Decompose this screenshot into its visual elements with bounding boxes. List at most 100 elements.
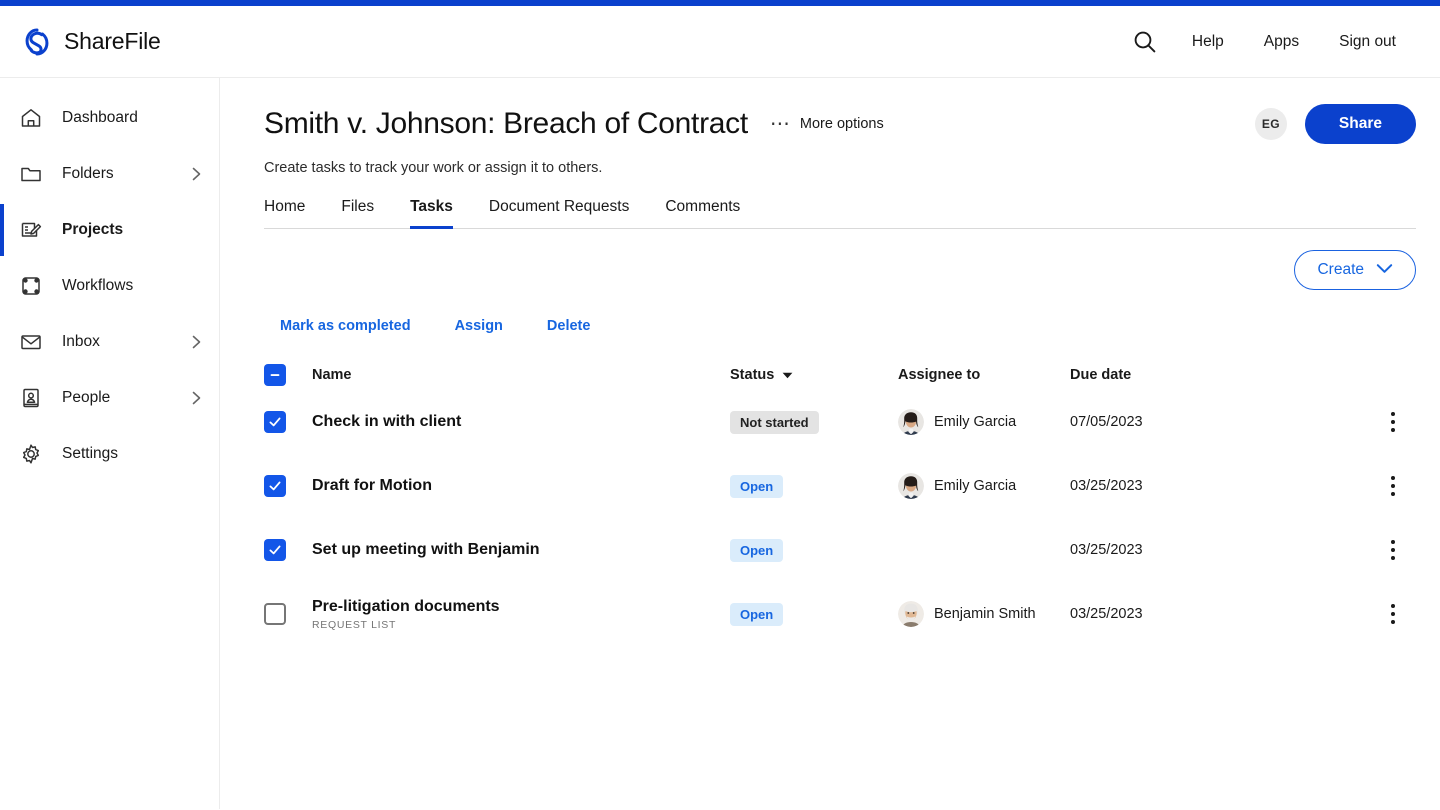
row-status-cell: Open: [730, 538, 898, 562]
delete-action[interactable]: Delete: [525, 318, 613, 334]
column-header-due-date[interactable]: Due date: [1070, 367, 1370, 383]
row-menu-cell: [1370, 406, 1416, 438]
tab-tasks[interactable]: Tasks: [392, 198, 471, 229]
row-select-cell: [264, 539, 312, 561]
kebab-menu-icon[interactable]: [1381, 470, 1405, 502]
status-badge: Open: [730, 538, 784, 562]
kebab-menu-icon[interactable]: [1381, 534, 1405, 566]
table-row[interactable]: Draft for Motion Open Emily Garcia 03/25…: [264, 454, 1416, 518]
status-badge: Open: [730, 474, 784, 498]
chevron-right-icon[interactable]: [187, 389, 205, 407]
create-button[interactable]: Create: [1294, 250, 1416, 290]
tab-home[interactable]: Home: [264, 198, 323, 228]
create-button-label: Create: [1317, 261, 1364, 278]
search-icon[interactable]: [1118, 23, 1172, 61]
sidebar-item-projects[interactable]: Projects: [0, 202, 219, 258]
check-icon: [269, 481, 281, 491]
minus-icon: [270, 374, 280, 376]
table-row[interactable]: Set up meeting with Benjamin Open 03/25/…: [264, 518, 1416, 582]
row-name-cell: Check in with client: [312, 413, 730, 431]
row-assignee-cell: Emily Garcia: [898, 409, 1070, 435]
sidebar-item-settings[interactable]: Settings: [0, 426, 219, 482]
page-header-row: Smith v. Johnson: Breach of Contract ⋯ M…: [264, 104, 1416, 144]
task-name[interactable]: Pre-litigation documents: [312, 598, 730, 616]
row-checkbox[interactable]: [264, 411, 286, 433]
column-header-name[interactable]: Name: [312, 367, 730, 383]
mark-as-completed-action[interactable]: Mark as completed: [280, 318, 433, 334]
assign-action[interactable]: Assign: [433, 318, 525, 334]
row-menu-cell: [1370, 470, 1416, 502]
tab-files[interactable]: Files: [323, 198, 392, 228]
workflow-nodes-icon: [18, 273, 44, 299]
page-header-actions: EG Share: [1254, 104, 1416, 144]
page-title: Smith v. Johnson: Breach of Contract: [264, 107, 748, 140]
row-due-date: 03/25/2023: [1070, 478, 1143, 494]
sidebar-item-inbox[interactable]: Inbox: [0, 314, 219, 370]
help-link[interactable]: Help: [1172, 27, 1244, 57]
task-name[interactable]: Draft for Motion: [312, 477, 730, 495]
global-header: ShareFile Help Apps Sign out: [0, 6, 1440, 78]
more-options-button[interactable]: ⋯ More options: [769, 113, 884, 135]
sidebar-item-dashboard[interactable]: Dashboard: [0, 90, 219, 146]
table-row[interactable]: Check in with client Not started Emily G…: [264, 390, 1416, 454]
tab-document-requests[interactable]: Document Requests: [471, 198, 647, 228]
home-icon: [18, 105, 44, 131]
check-icon: [269, 545, 281, 555]
task-name[interactable]: Set up meeting with Benjamin: [312, 541, 730, 559]
row-assignee-cell: Emily Garcia: [898, 473, 1070, 499]
page-subtitle: Create tasks to track your work or assig…: [264, 160, 603, 176]
sidebar-item-label: Inbox: [62, 333, 100, 350]
column-header-assignee[interactable]: Assignee to: [898, 367, 1070, 383]
task-subtitle: REQUEST LIST: [312, 618, 397, 631]
ellipsis-horizontal-icon: ⋯: [769, 113, 791, 135]
bulk-actions-bar: Mark as completed Assign Delete: [264, 318, 1416, 334]
sign-out-link[interactable]: Sign out: [1319, 27, 1416, 57]
person-card-icon: [18, 385, 44, 411]
row-name-cell: Pre-litigation documents REQUEST LIST: [312, 598, 730, 631]
sidebar: Dashboard Folders Projects Workflows Inb…: [0, 78, 220, 809]
apps-link[interactable]: Apps: [1244, 27, 1319, 57]
row-checkbox[interactable]: [264, 475, 286, 497]
chevron-right-icon[interactable]: [187, 333, 205, 351]
table-row[interactable]: Pre-litigation documents REQUEST LIST Op…: [264, 582, 1416, 646]
body-wrapper: Dashboard Folders Projects Workflows Inb…: [0, 78, 1440, 809]
brand-name: ShareFile: [64, 28, 161, 54]
emily-garcia-avatar: [898, 409, 924, 435]
brand[interactable]: ShareFile: [22, 27, 161, 57]
status-badge: Open: [730, 602, 784, 626]
sidebar-item-folders[interactable]: Folders: [0, 146, 219, 202]
sidebar-item-workflows[interactable]: Workflows: [0, 258, 219, 314]
kebab-menu-icon[interactable]: [1381, 406, 1405, 438]
row-checkbox[interactable]: [264, 539, 286, 561]
row-select-cell: [264, 603, 312, 625]
row-menu-cell: [1370, 598, 1416, 630]
sidebar-item-people[interactable]: People: [0, 370, 219, 426]
column-header-status[interactable]: Status: [730, 367, 898, 383]
sidebar-item-label: Projects: [62, 221, 124, 238]
share-button[interactable]: Share: [1304, 104, 1416, 144]
tab-bar: Home Files Tasks Document Requests Comme…: [264, 198, 1416, 229]
main-content: Smith v. Johnson: Breach of Contract ⋯ M…: [220, 78, 1440, 809]
sort-caret-down-icon[interactable]: [782, 367, 793, 383]
chevron-down-icon: [1376, 261, 1393, 279]
tab-comments[interactable]: Comments: [647, 198, 758, 228]
sidebar-item-label: Settings: [62, 445, 119, 462]
row-select-cell: [264, 475, 312, 497]
gear-icon: [18, 441, 44, 467]
sharefile-logo-icon: [25, 28, 49, 55]
kebab-menu-icon[interactable]: [1381, 598, 1405, 630]
sidebar-item-label: Folders: [62, 165, 114, 182]
row-status-cell: Open: [730, 602, 898, 626]
row-checkbox[interactable]: [264, 603, 286, 625]
row-status-cell: Not started: [730, 410, 898, 434]
task-name[interactable]: Check in with client: [312, 413, 730, 431]
table-header-row: Name Status Assignee to Due date: [264, 360, 1416, 390]
tasks-table: Name Status Assignee to Due date Check i…: [264, 360, 1416, 646]
avatar[interactable]: EG: [1254, 108, 1287, 140]
row-name-cell: Draft for Motion: [312, 477, 730, 495]
row-due-date: 03/25/2023: [1070, 542, 1143, 558]
chevron-right-icon[interactable]: [187, 165, 205, 183]
envelope-icon: [18, 329, 44, 355]
select-all-checkbox[interactable]: [264, 364, 286, 386]
status-badge: Not started: [730, 410, 819, 434]
